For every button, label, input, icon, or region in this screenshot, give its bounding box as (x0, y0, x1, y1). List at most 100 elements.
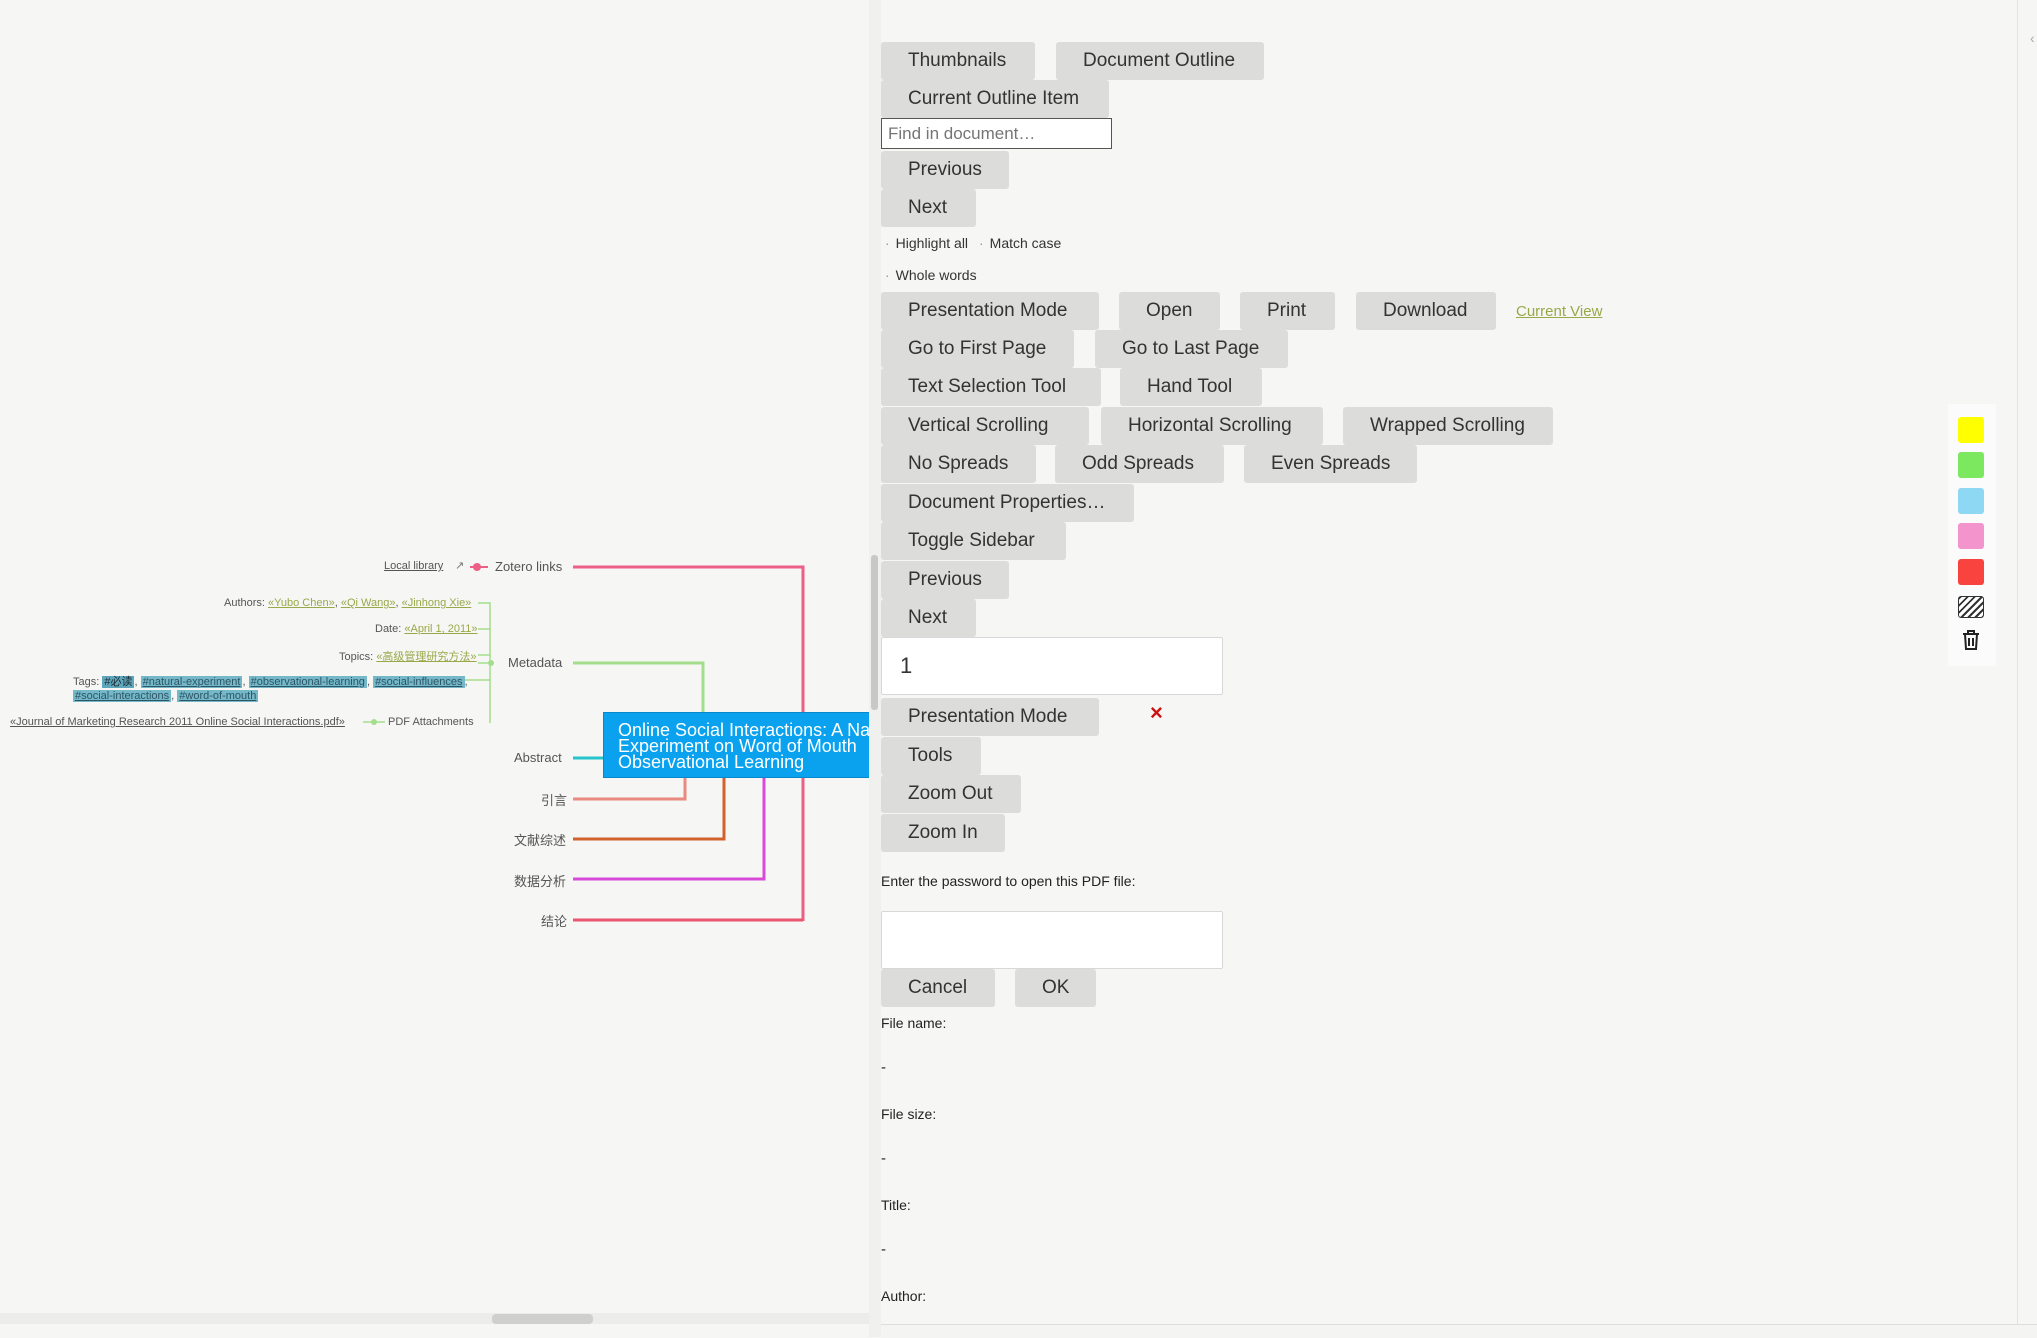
branch-metadata[interactable]: Metadata (508, 655, 562, 670)
connector-literature (573, 778, 726, 841)
current-view-link[interactable]: Current View (1516, 303, 1602, 320)
zoom-in-button[interactable]: Zoom In (881, 814, 1005, 852)
close-icon[interactable]: × (1150, 700, 1163, 726)
tag[interactable]: #natural-experiment (140, 676, 243, 688)
branch-intro[interactable]: 引言 (541, 790, 567, 809)
highlight-all-label: Highlight all (895, 235, 969, 251)
go-to-last-page-button[interactable]: Go to Last Page (1095, 330, 1288, 368)
page-previous-button[interactable]: Previous (881, 561, 1009, 599)
connector-analysis (573, 778, 766, 881)
color-swatch-red[interactable] (1958, 559, 1984, 585)
branch-pdf-attachments[interactable]: PDF Attachments (388, 716, 474, 728)
mind-map-connectors (363, 563, 805, 922)
mind-map-pane[interactable]: Local library ↗ Zotero links Authors: «Y… (0, 0, 873, 1337)
trash-icon[interactable] (1959, 628, 1983, 652)
branch-literature-review[interactable]: 文献综述 (514, 830, 566, 849)
pdf-viewer-pane: Thumbnails Document Outline Current Outl… (881, 0, 2037, 1337)
whole-words-option[interactable]: · Whole words (885, 267, 977, 283)
central-topic-node[interactable]: Online Social Interactions: A Na Experim… (603, 712, 873, 778)
tag[interactable]: #social-influences (373, 676, 465, 688)
password-prompt: Enter the password to open this PDF file… (881, 873, 1136, 889)
central-topic-line: Observational Learning (618, 752, 805, 772)
date-link[interactable]: «April 1, 2011» (404, 623, 477, 635)
page-next-button[interactable]: Next (881, 599, 976, 637)
even-spreads-button[interactable]: Even Spreads (1244, 445, 1417, 483)
horizontal-scrollbar-thumb[interactable] (492, 1314, 593, 1324)
odd-spreads-button[interactable]: Odd Spreads (1055, 445, 1224, 483)
external-link-icon: ↗ (455, 560, 465, 572)
topics-row: Topics: «高级管理研究方法» (339, 648, 477, 664)
find-input[interactable] (881, 118, 1112, 149)
current-outline-item-button[interactable]: Current Outline Item (881, 80, 1109, 118)
tags-row: Tags: #必读, #natural-experiment, #observa… (73, 676, 468, 688)
thumbnails-button[interactable]: Thumbnails (881, 42, 1035, 80)
page-number-input[interactable] (881, 637, 1223, 695)
color-swatch-yellow[interactable] (1958, 417, 1984, 443)
tags-row-2: #social-interactions, #word-of-mouth (73, 690, 259, 702)
status-bar (881, 1324, 2037, 1338)
branch-data-analysis[interactable]: 数据分析 (514, 871, 566, 890)
color-swatch-green[interactable] (1958, 452, 1984, 478)
highlight-all-option[interactable]: · Highlight all (885, 235, 968, 251)
document-outline-button[interactable]: Document Outline (1056, 42, 1264, 80)
presentation-mode-button[interactable]: Presentation Mode (881, 292, 1099, 330)
hand-tool-button[interactable]: Hand Tool (1120, 368, 1262, 406)
zoom-out-button[interactable]: Zoom Out (881, 775, 1021, 813)
authors-label: Authors: (224, 597, 265, 609)
vertical-scrollbar-thumb[interactable] (871, 555, 878, 710)
tags-label: Tags: (73, 676, 100, 688)
go-to-first-page-button[interactable]: Go to First Page (881, 330, 1074, 368)
horizontal-scrollbar-track[interactable] (0, 1313, 869, 1324)
window-edge-divider (2017, 0, 2018, 1337)
color-swatch-blue[interactable] (1958, 488, 1984, 514)
pdf-attachment-link[interactable]: «Journal of Marketing Research 2011 Onli… (10, 716, 345, 728)
hatch-pattern-icon[interactable] (1958, 596, 1984, 618)
file-size-label: File size: (881, 1106, 937, 1122)
horizontal-scrolling-button[interactable]: Horizontal Scrolling (1101, 407, 1323, 445)
branch-zotero-links[interactable]: Zotero links (495, 559, 562, 574)
connector-intro (573, 778, 687, 801)
tag[interactable]: #observational-learning (248, 676, 367, 688)
text-selection-tool-button[interactable]: Text Selection Tool (881, 368, 1101, 406)
chevron-left-icon[interactable]: ‹ (2030, 30, 2035, 46)
checkbox-icon: · (979, 235, 984, 251)
tag[interactable]: #social-interactions (73, 690, 172, 702)
date-label: Date: (375, 623, 402, 635)
topic-link[interactable]: «高级管理研究方法» (376, 651, 476, 663)
author-link[interactable]: «Yubo Chen» (268, 597, 335, 609)
cancel-button[interactable]: Cancel (881, 969, 995, 1007)
no-spreads-button[interactable]: No Spreads (881, 445, 1036, 483)
author-label: Author: (881, 1288, 927, 1304)
vertical-scrolling-button[interactable]: Vertical Scrolling (881, 407, 1089, 445)
color-swatch-pink[interactable] (1958, 523, 1984, 549)
download-button[interactable]: Download (1356, 292, 1496, 330)
find-next-button[interactable]: Next (881, 189, 976, 227)
tools-button[interactable]: Tools (881, 737, 981, 775)
find-previous-button[interactable]: Previous (881, 151, 1009, 189)
toggle-sidebar-button[interactable]: Toggle Sidebar (881, 522, 1066, 560)
author-link[interactable]: «Qi Wang» (341, 597, 396, 609)
checkbox-icon: · (885, 267, 890, 283)
local-library-link[interactable]: Local library (384, 560, 443, 572)
tag[interactable]: #必读 (102, 676, 135, 688)
checkbox-icon: · (885, 235, 890, 251)
branch-conclusion[interactable]: 结论 (541, 911, 567, 930)
connector-metadata (573, 661, 705, 712)
presentation-mode-button-secondary[interactable]: Presentation Mode (881, 698, 1099, 736)
author-link[interactable]: «Jinhong Xie» (402, 597, 472, 609)
document-properties-button[interactable]: Document Properties… (881, 484, 1134, 522)
date-row: Date: «April 1, 2011» (375, 623, 478, 635)
match-case-label: Match case (989, 235, 1062, 251)
wrapped-scrolling-button[interactable]: Wrapped Scrolling (1343, 407, 1553, 445)
whole-words-label: Whole words (895, 267, 977, 283)
branch-abstract[interactable]: Abstract (514, 750, 562, 765)
match-case-option[interactable]: · Match case (979, 235, 1061, 251)
tag[interactable]: #word-of-mouth (177, 690, 259, 702)
title-label: Title: (881, 1197, 911, 1213)
ok-button[interactable]: OK (1015, 969, 1096, 1007)
open-button[interactable]: Open (1119, 292, 1220, 330)
password-input[interactable] (881, 911, 1223, 969)
topics-label: Topics: (339, 651, 374, 663)
print-button[interactable]: Print (1240, 292, 1335, 330)
file-size-value: - (881, 1150, 886, 1167)
